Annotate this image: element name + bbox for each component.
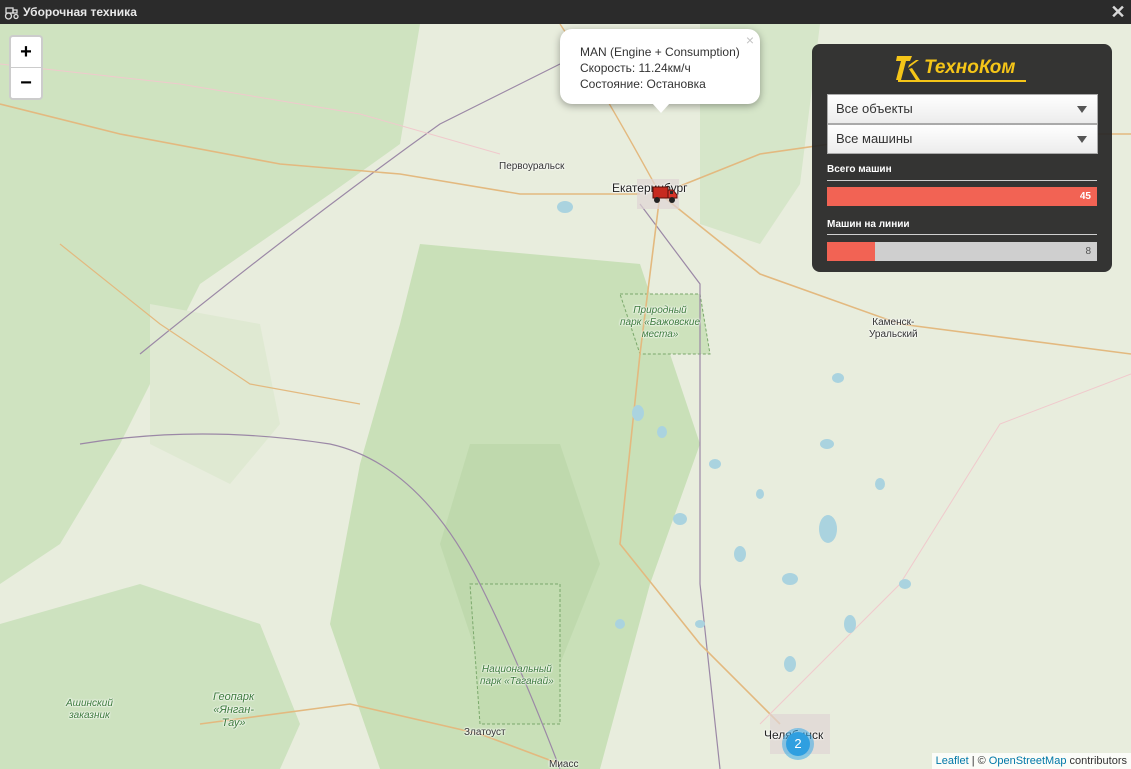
machines-select-value: Все машины [836,131,913,146]
online-machines-value: 8 [1085,246,1091,257]
leaflet-link[interactable]: Leaflet [936,755,969,767]
label-miass: Миасс [549,759,579,769]
brand-name: ТехноКом [924,57,1016,78]
objects-select-value: Все объекты [836,101,913,116]
vehicle-popup: × MAN (Engine + Consumption) Скорость: 1… [560,29,760,113]
title-bar: Уборочная техника ✕ [0,0,1131,24]
tk-logo-icon [896,56,920,80]
popup-vehicle-name: MAN (Engine + Consumption) [580,45,740,59]
label-asha: Ашинский заказник [66,698,113,721]
label-kamensk: Каменск- Уральский [869,317,918,340]
zoom-out-button[interactable]: − [11,68,41,98]
online-machines-bar: 8 [827,242,1097,261]
osm-link[interactable]: OpenStreetMap [989,755,1067,767]
machines-select[interactable]: Все машины [827,124,1098,154]
total-machines-value: 45 [1079,191,1091,202]
chevron-down-icon [1077,106,1087,113]
chevron-down-icon [1077,136,1087,143]
total-divider [827,180,1097,181]
popup-close-button[interactable]: × [746,32,754,48]
popup-state: Состояние: Остановка [580,77,706,91]
online-machines-fill [827,242,876,261]
control-panel: ТехноКом Все объекты Все машины Всего ма… [812,44,1112,272]
brand-logo: ТехноКом [896,54,1032,84]
label-taganay: Национальный парк «Таганай» [480,664,554,687]
popup-speed: Скорость: 11.24км/ч [580,61,691,75]
zoom-in-button[interactable]: + [11,37,41,68]
label-zlatoust: Златоуст [464,727,506,738]
attribution-separator: | © [971,755,986,767]
label-pervouralsk: Первоуральск [499,161,565,172]
map-attribution: Leaflet | © OpenStreetMap contributors [931,753,1131,769]
marker-cluster[interactable]: 2 [782,728,814,760]
window-title: Уборочная техника [23,5,137,19]
label-bazhov-park: Природный парк «Бажовские места» [620,305,701,340]
window-close-button[interactable]: ✕ [1109,0,1127,24]
popup-tip [652,103,670,113]
attribution-suffix: contributors [1069,755,1127,767]
zoom-control: + − [9,35,43,100]
truck-icon[interactable] [652,182,678,206]
label-geopark: Геопарк «Янган- Тау» [213,691,255,729]
total-machines-fill [827,187,1097,206]
online-machines-label: Машин на линии [827,219,910,230]
total-machines-bar: 45 [827,187,1097,206]
objects-select[interactable]: Все объекты [827,94,1098,124]
total-machines-label: Всего машин [827,164,892,175]
cluster-count: 2 [786,732,810,756]
tractor-icon [4,7,19,20]
online-divider [827,234,1097,235]
brand-underline [898,80,1026,82]
